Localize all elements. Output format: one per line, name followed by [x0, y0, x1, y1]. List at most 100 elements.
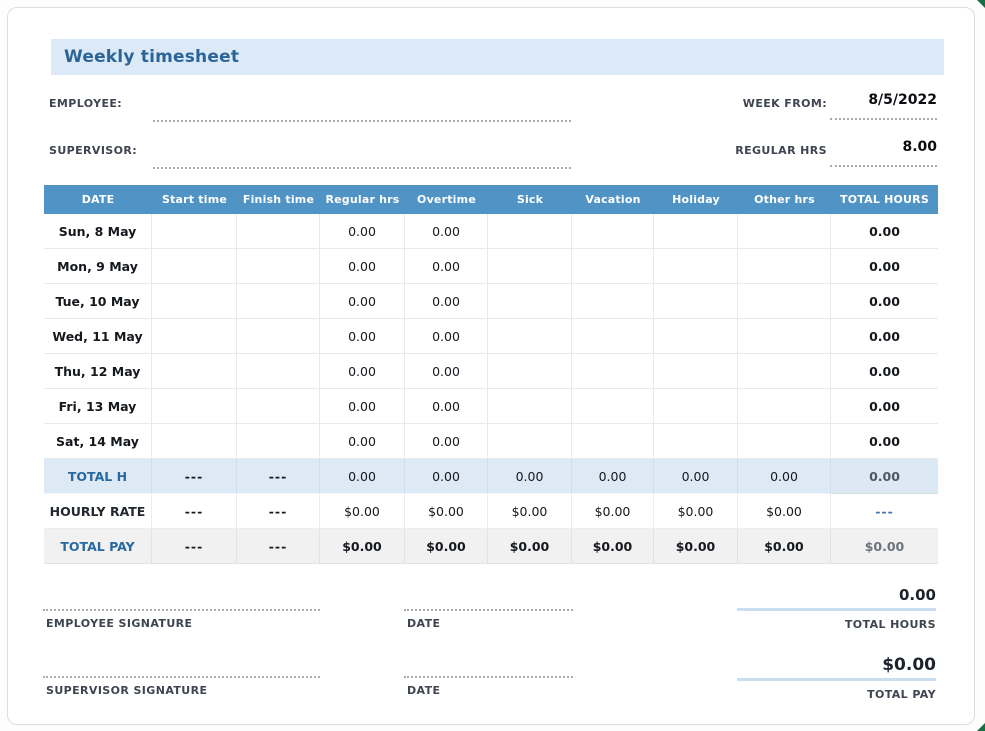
overtime-cell[interactable]: 0.00 — [405, 249, 488, 284]
date-cell: Mon, 9 May — [44, 249, 152, 284]
day-row: Sun, 8 May 0.00 0.00 0.00 — [44, 214, 938, 249]
supervisor-signature-line — [43, 676, 320, 678]
vacation-cell[interactable] — [572, 319, 654, 354]
finish-time-cell[interactable] — [237, 354, 320, 389]
sick-cell[interactable] — [488, 424, 572, 459]
overtime-cell[interactable]: 0.00 — [405, 424, 488, 459]
start-time-cell[interactable] — [152, 424, 237, 459]
regular-hrs-cell[interactable]: 0.00 — [320, 319, 405, 354]
title-bar: Weekly timesheet — [51, 39, 944, 75]
overtime-cell[interactable]: 0.00 — [405, 389, 488, 424]
other-hrs-cell[interactable] — [738, 249, 831, 284]
sick-cell[interactable] — [488, 214, 572, 249]
vacation-cell[interactable] — [572, 249, 654, 284]
week-from-value[interactable]: 8/5/2022 — [830, 92, 937, 108]
employee-input-line[interactable] — [153, 120, 571, 122]
start-time-cell[interactable] — [152, 354, 237, 389]
start-time-cell[interactable] — [152, 319, 237, 354]
hourly-rate-label: HOURLY RATE — [44, 494, 152, 529]
day-row: Sat, 14 May 0.00 0.00 0.00 — [44, 424, 938, 459]
day-row: Fri, 13 May 0.00 0.00 0.00 — [44, 389, 938, 424]
vacation-cell[interactable] — [572, 284, 654, 319]
other-hrs-cell[interactable] — [738, 319, 831, 354]
column-header-start-time: Start time — [152, 185, 237, 214]
vacation-cell[interactable] — [572, 424, 654, 459]
resize-handle-bottom-right[interactable] — [977, 723, 985, 731]
total-hours-summary-label: TOTAL HOURS — [736, 618, 936, 631]
overtime-cell[interactable]: 0.00 — [405, 319, 488, 354]
holiday-cell[interactable] — [654, 354, 738, 389]
total-pay-label: TOTAL PAY — [44, 529, 152, 564]
regular-hrs-cell[interactable]: 0.00 — [320, 214, 405, 249]
holiday-cell[interactable] — [654, 284, 738, 319]
vacation-cell[interactable] — [572, 214, 654, 249]
hourly-rate-regular[interactable]: $0.00 — [320, 494, 405, 529]
holiday-cell[interactable] — [654, 214, 738, 249]
supervisor-signature-label: SUPERVISOR SIGNATURE — [46, 684, 207, 697]
total-pay-other: $0.00 — [738, 529, 831, 564]
other-hrs-cell[interactable] — [738, 389, 831, 424]
hourly-rate-other[interactable]: $0.00 — [738, 494, 831, 529]
column-header-date: DATE — [44, 185, 152, 214]
hourly-rate-sick[interactable]: $0.00 — [488, 494, 572, 529]
overtime-cell[interactable]: 0.00 — [405, 354, 488, 389]
overtime-cell[interactable]: 0.00 — [405, 214, 488, 249]
sick-cell[interactable] — [488, 284, 572, 319]
finish-time-cell[interactable] — [237, 214, 320, 249]
holiday-cell[interactable] — [654, 319, 738, 354]
start-time-cell[interactable] — [152, 214, 237, 249]
other-hrs-cell[interactable] — [738, 284, 831, 319]
regular-hrs-cell[interactable]: 0.00 — [320, 284, 405, 319]
sick-cell[interactable] — [488, 354, 572, 389]
holiday-cell[interactable] — [654, 389, 738, 424]
hourly-rate-finish: --- — [237, 494, 320, 529]
sick-cell[interactable] — [488, 389, 572, 424]
total-pay-summary-label: TOTAL PAY — [736, 688, 936, 701]
total-pay-finish: --- — [237, 529, 320, 564]
page: { "title": "Weekly timesheet", "fields":… — [0, 0, 985, 731]
hourly-rate-holiday[interactable]: $0.00 — [654, 494, 738, 529]
regular-hrs-value[interactable]: 8.00 — [830, 139, 937, 155]
resize-handle-top-right[interactable] — [977, 0, 985, 8]
hourly-rate-overtime[interactable]: $0.00 — [405, 494, 488, 529]
overtime-cell[interactable]: 0.00 — [405, 284, 488, 319]
column-header-holiday: Holiday — [654, 185, 738, 214]
column-header-total-hours: TOTAL HOURS — [831, 185, 938, 214]
regular-hrs-cell[interactable]: 0.00 — [320, 389, 405, 424]
holiday-cell[interactable] — [654, 249, 738, 284]
sick-cell[interactable] — [488, 249, 572, 284]
vacation-cell[interactable] — [572, 354, 654, 389]
sick-cell[interactable] — [488, 319, 572, 354]
date-cell: Wed, 11 May — [44, 319, 152, 354]
day-row: Tue, 10 May 0.00 0.00 0.00 — [44, 284, 938, 319]
total-pay-regular: $0.00 — [320, 529, 405, 564]
total-hours-summary-value: 0.00 — [736, 586, 936, 604]
hourly-rate-row: HOURLY RATE --- --- $0.00 $0.00 $0.00 $0… — [44, 494, 938, 529]
finish-time-cell[interactable] — [237, 389, 320, 424]
hourly-rate-vacation[interactable]: $0.00 — [572, 494, 654, 529]
supervisor-input-line[interactable] — [153, 167, 571, 169]
regular-hrs-cell[interactable]: 0.00 — [320, 249, 405, 284]
start-time-cell[interactable] — [152, 249, 237, 284]
finish-time-cell[interactable] — [237, 284, 320, 319]
regular-hrs-cell[interactable]: 0.00 — [320, 354, 405, 389]
total-hours-cell: 0.00 — [831, 249, 938, 284]
total-h-vacation: 0.00 — [572, 459, 654, 494]
finish-time-cell[interactable] — [237, 319, 320, 354]
total-pay-holiday: $0.00 — [654, 529, 738, 564]
date-cell: Sun, 8 May — [44, 214, 152, 249]
holiday-cell[interactable] — [654, 424, 738, 459]
regular-hrs-cell[interactable]: 0.00 — [320, 424, 405, 459]
total-h-finish: --- — [237, 459, 320, 494]
total-pay-underline — [737, 678, 936, 681]
other-hrs-cell[interactable] — [738, 424, 831, 459]
total-h-holiday: 0.00 — [654, 459, 738, 494]
finish-time-cell[interactable] — [237, 249, 320, 284]
finish-time-cell[interactable] — [237, 424, 320, 459]
start-time-cell[interactable] — [152, 284, 237, 319]
vacation-cell[interactable] — [572, 389, 654, 424]
start-time-cell[interactable] — [152, 389, 237, 424]
total-h-row: TOTAL H --- --- 0.00 0.00 0.00 0.00 0.00… — [44, 459, 938, 494]
other-hrs-cell[interactable] — [738, 214, 831, 249]
other-hrs-cell[interactable] — [738, 354, 831, 389]
